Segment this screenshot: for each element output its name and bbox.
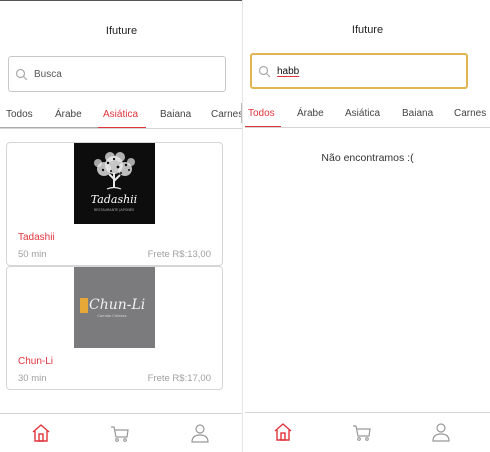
tree-logo-icon: Tadashii RESTAURANTE JAPONÊS — [91, 152, 137, 212]
category-tabs: Todos Árabe Asiática Baiana Carnes — [0, 103, 243, 129]
nav-home-button[interactable] — [29, 421, 53, 445]
home-screen: Ifuture Busca Todos Árabe Asiática Baian… — [0, 0, 243, 452]
bottom-nav — [0, 413, 243, 452]
nav-profile-button[interactable] — [188, 421, 212, 445]
delivery-fee: Frete R$:17,00 — [147, 373, 211, 384]
search-icon — [258, 65, 271, 77]
cart-icon — [111, 426, 129, 442]
delivery-time: 50 min — [18, 249, 47, 260]
profile-icon — [191, 424, 209, 443]
search-icon — [15, 68, 28, 80]
restaurant-card-chun-li[interactable]: Chun-Li Comida Chinesa Chun-Li 30 min Fr… — [6, 266, 223, 390]
nav-cart-button[interactable] — [350, 420, 374, 444]
home-icon — [32, 424, 50, 442]
screen-divider — [242, 0, 243, 452]
delivery-fee: Frete R$:13,00 — [147, 249, 211, 260]
app-title: Ifuture — [351, 24, 384, 36]
category-tabs: Todos Árabe Asiática Baiana Carnes — [245, 102, 490, 128]
empty-results-message: Não encontramos :( — [321, 152, 414, 164]
active-tab-indicator — [245, 126, 281, 127]
app-title: Ifuture — [105, 25, 138, 37]
tab-todos[interactable]: Todos — [6, 109, 33, 120]
home-icon — [274, 423, 292, 441]
restaurant-logo: Chun-Li Comida Chinesa — [74, 267, 155, 348]
restaurant-name: Tadashii — [18, 232, 55, 243]
tab-carnes[interactable]: Carnes — [211, 109, 243, 120]
tab-arabe[interactable]: Árabe — [55, 109, 82, 120]
restaurant-card-tadashii[interactable]: Tadashii RESTAURANTE JAPONÊS Tadashii 50… — [6, 142, 223, 266]
restaurant-name: Chun-Li — [18, 356, 54, 367]
search-value: habb — [277, 65, 300, 77]
restaurant-logo: Tadashii RESTAURANTE JAPONÊS — [74, 143, 155, 224]
tab-todos[interactable]: Todos — [248, 108, 275, 119]
cart-icon — [353, 425, 371, 441]
search-screen: Ifuture habb Todos Árabe Asiática Baiana… — [245, 0, 490, 452]
nav-cart-button[interactable] — [108, 421, 132, 445]
chun-li-logo: Chun-Li Comida Chinesa — [80, 297, 145, 318]
tab-asiatica[interactable]: Asiática — [103, 109, 138, 120]
nav-home-button[interactable] — [271, 420, 295, 444]
logo-text: Chun-Li — [89, 297, 145, 313]
nav-profile-button[interactable] — [429, 420, 453, 444]
logo-subtext: Comida Chinesa — [97, 314, 126, 318]
tab-arabe[interactable]: Árabe — [297, 108, 324, 119]
logo-subtext: RESTAURANTE JAPONÊS — [94, 207, 134, 212]
tab-scroll-track — [0, 127, 98, 128]
bottom-nav — [245, 412, 490, 452]
profile-icon — [432, 423, 450, 442]
tab-baiana[interactable]: Baiana — [160, 109, 191, 120]
tab-carnes[interactable]: Carnes — [454, 108, 486, 119]
search-input[interactable]: Busca — [8, 56, 226, 92]
logo-text: Tadashii — [91, 193, 137, 206]
delivery-time: 30 min — [18, 373, 47, 384]
search-placeholder: Busca — [34, 68, 62, 80]
tab-asiatica[interactable]: Asiática — [345, 108, 380, 119]
tab-baiana[interactable]: Baiana — [402, 108, 433, 119]
active-tab-indicator — [98, 127, 146, 128]
search-input[interactable]: habb — [250, 53, 468, 89]
